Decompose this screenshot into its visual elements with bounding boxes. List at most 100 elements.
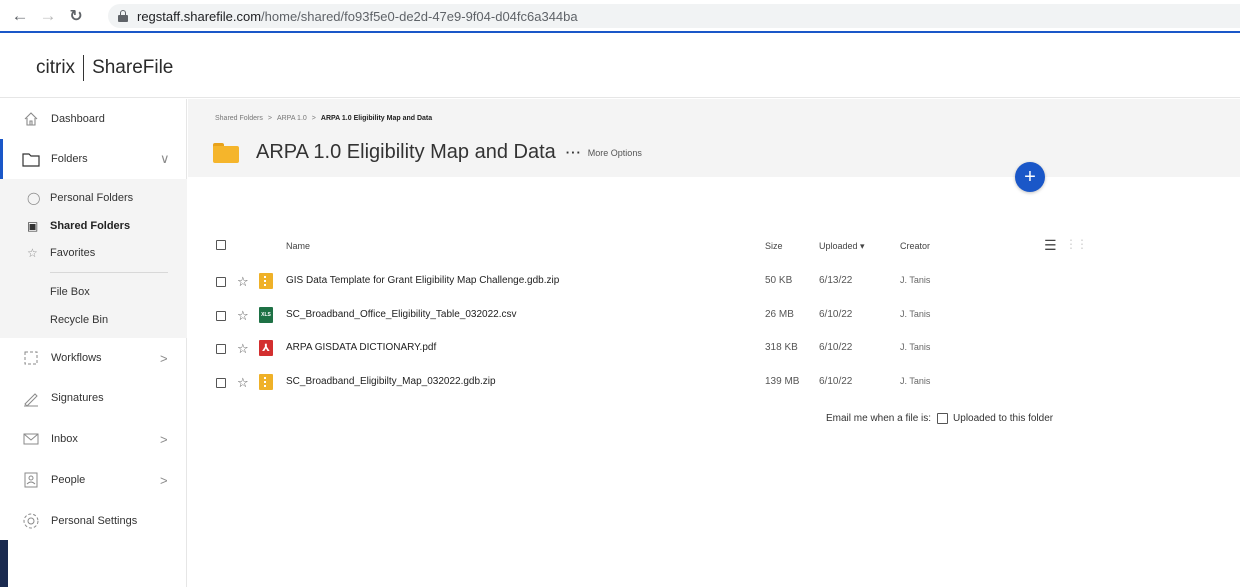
table-row[interactable]: ☆ ⅄ ARPA GISDATA DICTIONARY.pdf 318 KB 6… <box>188 332 1240 366</box>
sidebar-item-folders[interactable]: Folders ∨ <box>0 139 187 179</box>
back-arrow-icon[interactable]: ← <box>9 5 31 27</box>
file-creator: J. Tanis <box>900 376 931 386</box>
sidebar: Dashboard Folders ∨ ◯ Personal Folders ▣… <box>0 99 187 587</box>
row-checkbox[interactable] <box>216 378 226 388</box>
file-uploaded-date: 6/10/22 <box>819 376 853 387</box>
citrix-wordmark: citrix <box>36 57 76 78</box>
shared-folders-icon: ▣ <box>27 219 39 233</box>
signature-icon <box>22 389 40 407</box>
url-path: /home/shared/fo93f5e0-de2d-47e9-9f04-d04… <box>261 8 578 24</box>
file-creator: J. Tanis <box>900 275 931 285</box>
reload-icon[interactable]: ↻ <box>65 5 87 27</box>
file-uploaded-date: 6/13/22 <box>819 275 853 286</box>
sidebar-item-label: File Box <box>50 286 90 298</box>
file-uploaded-date: 6/10/22 <box>819 309 853 320</box>
star-icon: ☆ <box>27 246 38 260</box>
file-creator: J. Tanis <box>900 309 931 319</box>
folder-icon <box>213 142 239 163</box>
breadcrumb-item-current: ARPA 1.0 Eligibility Map and Data <box>320 115 433 122</box>
column-header-size[interactable]: Size <box>765 241 783 251</box>
sidebar-item-file-box[interactable]: File Box <box>0 280 187 304</box>
column-header-creator[interactable]: Creator <box>900 241 930 251</box>
sidebar-item-personal-settings[interactable]: Personal Settings <box>0 501 187 541</box>
row-checkbox[interactable] <box>216 311 226 321</box>
breadcrumb-separator: > <box>311 115 316 122</box>
folders-submenu: ◯ Personal Folders ▣ Shared Folders ☆ Fa… <box>0 179 187 338</box>
forward-arrow-icon[interactable]: → <box>37 5 59 27</box>
submenu-divider <box>50 272 168 273</box>
row-checkbox[interactable] <box>216 277 226 287</box>
chevron-down-icon[interactable]: ∨ <box>160 151 170 167</box>
sidebar-item-signatures[interactable]: Signatures <box>0 378 187 418</box>
breadcrumb: Shared Folders > ARPA 1.0 > ARPA 1.0 Eli… <box>215 115 432 122</box>
sidebar-item-recycle-bin[interactable]: Recycle Bin <box>0 308 187 332</box>
table-row[interactable]: ☆ XLS SC_Broadband_Office_Eligibility_Ta… <box>188 299 1240 333</box>
breadcrumb-item-shared-folders[interactable]: Shared Folders <box>215 115 263 122</box>
sidebar-item-label: Shared Folders <box>50 220 131 232</box>
file-name-link[interactable]: SC_Broadband_Office_Eligibility_Table_03… <box>286 309 517 320</box>
file-name-link[interactable]: GIS Data Template for Grant Eligibility … <box>286 275 559 286</box>
people-icon <box>22 471 40 489</box>
gear-icon <box>22 512 40 530</box>
grid-view-icon[interactable]: ⋮⋮ <box>1065 238 1088 250</box>
list-view-icon[interactable]: ☰ <box>1044 238 1057 252</box>
add-button[interactable]: + <box>1015 162 1045 192</box>
uploaded-notify-label[interactable]: Uploaded to this folder <box>953 413 1053 424</box>
favorite-star-icon[interactable]: ☆ <box>237 308 249 324</box>
sidebar-item-label: Workflows <box>51 352 102 364</box>
sidebar-item-label: Inbox <box>51 433 78 445</box>
folder-heading: ARPA 1.0 Eligibility Map and Data ··· Mo… <box>213 141 642 164</box>
sidebar-item-personal-folders[interactable]: ◯ Personal Folders <box>0 186 187 210</box>
chevron-right-icon: > <box>160 472 168 488</box>
favorite-star-icon[interactable]: ☆ <box>237 375 249 391</box>
sharefile-logo[interactable]: citrix ShareFile <box>36 55 173 81</box>
file-size: 26 MB <box>765 309 794 320</box>
sidebar-item-people[interactable]: People > <box>0 460 187 500</box>
file-creator: J. Tanis <box>900 342 931 352</box>
email-notice-label: Email me when a file is: <box>826 413 932 424</box>
file-name-link[interactable]: SC_Broadband_Eligibilty_Map_032022.gdb.z… <box>286 376 496 387</box>
sidebar-item-label: Dashboard <box>51 113 105 125</box>
row-checkbox[interactable] <box>216 344 226 354</box>
more-dots-icon: ··· <box>565 145 582 160</box>
url-host: regstaff.sharefile.com <box>137 8 262 24</box>
sidebar-item-inbox[interactable]: Inbox > <box>0 419 187 459</box>
sidebar-item-favorites[interactable]: ☆ Favorites <box>0 241 187 265</box>
sidebar-item-label: Folders <box>51 153 88 165</box>
email-notification-option: Email me when a file is: Uploaded to thi… <box>826 413 1053 424</box>
sidebar-item-label: People <box>51 474 86 486</box>
table-row[interactable]: ☆ GIS Data Template for Grant Eligibilit… <box>188 265 1240 299</box>
file-size: 50 KB <box>765 275 793 286</box>
pdf-file-icon: ⅄ <box>259 340 273 356</box>
more-options-label: More Options <box>587 147 642 158</box>
chevron-right-icon: > <box>160 431 168 447</box>
folder-icon <box>22 150 40 168</box>
file-name-link[interactable]: ARPA GISDATA DICTIONARY.pdf <box>286 342 436 353</box>
favorite-star-icon[interactable]: ☆ <box>237 341 249 357</box>
workflows-icon <box>22 349 40 367</box>
sidebar-item-workflows[interactable]: Workflows > <box>0 338 187 378</box>
sidebar-item-label: Signatures <box>51 392 104 404</box>
table-row[interactable]: ☆ SC_Broadband_Eligibilty_Map_032022.gdb… <box>188 366 1240 400</box>
address-bar[interactable]: regstaff.sharefile.com/home/shared/fo93f… <box>108 4 1240 28</box>
breadcrumb-item-arpa[interactable]: ARPA 1.0 <box>277 115 307 122</box>
sidebar-item-label: Recycle Bin <box>50 314 109 326</box>
column-header-uploaded[interactable]: Uploaded ▾ <box>819 241 865 252</box>
file-size: 139 MB <box>765 376 800 387</box>
inbox-icon <box>22 430 40 448</box>
uploaded-notify-checkbox[interactable] <box>937 413 949 424</box>
favorite-star-icon[interactable]: ☆ <box>237 274 249 290</box>
folder-banner: Shared Folders > ARPA 1.0 > ARPA 1.0 Eli… <box>188 99 1240 177</box>
select-all-checkbox[interactable] <box>216 240 226 250</box>
more-options-button[interactable]: ··· More Options <box>566 145 642 160</box>
logo-divider <box>83 55 85 81</box>
sidebar-item-dashboard[interactable]: Dashboard <box>0 99 187 139</box>
app-header: citrix ShareFile <box>0 35 1240 98</box>
sidebar-item-label: Personal Settings <box>51 515 138 527</box>
column-header-name[interactable]: Name <box>286 241 310 251</box>
chevron-right-icon: > <box>160 350 168 366</box>
browser-toolbar: ← → ↻ regstaff.sharefile.com/home/shared… <box>0 0 1240 33</box>
sort-desc-icon: ▾ <box>860 241 865 251</box>
sidebar-item-shared-folders[interactable]: ▣ Shared Folders <box>0 214 187 238</box>
taskbar-edge <box>0 540 8 587</box>
